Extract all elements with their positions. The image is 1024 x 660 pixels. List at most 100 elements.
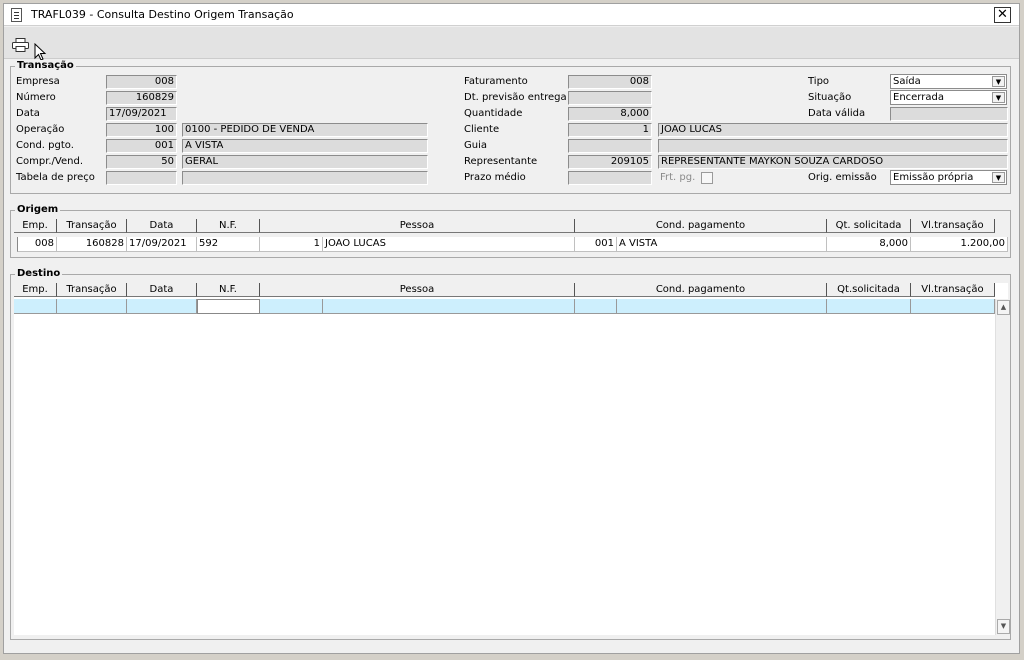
origem-col-cond[interactable]: Cond. pagamento [575,219,827,233]
representante-desc-field[interactable]: REPRESENTANTE MAYKON SOUZA CARDOSO [658,155,1008,169]
representante-label: Representante [464,156,538,167]
destino-col-cond[interactable]: Cond. pagamento [575,283,827,297]
operacao-label: Operação [16,124,65,135]
cliente-code-field[interactable]: 1 [568,123,652,137]
toolbar [4,27,1019,61]
origem-cell-emp[interactable]: 008 [17,237,57,252]
destino-cell-vl[interactable] [911,299,995,314]
guia-label: Guia [464,140,487,151]
tipo-value: Saída [893,76,921,87]
compr-vend-desc-field[interactable]: GERAL [182,155,428,169]
destino-col-vl[interactable]: Vl.transação [911,283,995,297]
origem-col-data[interactable]: Data [127,219,197,233]
destino-cell-transacao[interactable] [57,299,127,314]
guia-desc-field[interactable] [658,139,1008,153]
document-icon [11,8,22,22]
origem-cell-cond-code[interactable]: 001 [575,237,617,252]
destino-title: Destino [15,268,63,279]
origem-title: Origem [15,204,61,215]
cond-pgto-code-field[interactable]: 001 [106,139,177,153]
empresa-field[interactable]: 008 [106,75,177,89]
tabela-preco-label: Tabela de preço [16,172,95,183]
dt-previsao-field[interactable] [568,91,652,105]
orig-emissao-value: Emissão própria [893,172,974,183]
origem-col-emp[interactable]: Emp. [14,219,57,233]
representante-code-field[interactable]: 209105 [568,155,652,169]
destino-cell-pessoa[interactable] [323,299,575,314]
origem-col-transacao[interactable]: Transação [57,219,127,233]
destino-col-data[interactable]: Data [127,283,197,297]
title-bar: TRAFL039 - Consulta Destino Origem Trans… [4,4,1019,26]
destino-col-emp[interactable]: Emp. [14,283,57,297]
printer-icon[interactable] [12,38,29,52]
origem-cell-transacao[interactable]: 160828 [57,237,127,252]
frt-pg-label: Frt. pg. [660,172,696,183]
faturamento-field[interactable]: 008 [568,75,652,89]
chevron-down-icon[interactable]: ▼ [992,172,1005,183]
compr-vend-label: Compr./Vend. [16,156,84,167]
destino-col-pessoa[interactable]: Pessoa [260,283,575,297]
scroll-down-icon[interactable]: ▼ [997,619,1010,634]
destino-col-qt[interactable]: Qt.solicitada [827,283,911,297]
origem-cell-qt[interactable]: 8,000 [827,237,911,252]
dt-previsao-label: Dt. previsão entrega [464,92,567,103]
chevron-down-icon[interactable]: ▼ [992,76,1005,87]
chevron-down-icon[interactable]: ▼ [992,92,1005,103]
cliente-desc-field[interactable]: JOAO LUCAS [658,123,1008,137]
origem-col-qt[interactable]: Qt. solicitada [827,219,911,233]
prazo-medio-label: Prazo médio [464,172,526,183]
guia-code-field[interactable] [568,139,652,153]
destino-cell-emp[interactable] [14,299,57,314]
data-field[interactable]: 17/09/2021 [106,107,177,121]
scroll-up-icon[interactable]: ▲ [997,300,1010,315]
orig-emissao-label: Orig. emissão [808,172,877,183]
operacao-desc-field[interactable]: 0100 - PEDIDO DE VENDA [182,123,428,137]
destino-cell-cond[interactable] [617,299,827,314]
faturamento-label: Faturamento [464,76,528,87]
tabela-preco-code-field[interactable] [106,171,177,185]
destino-col-nf[interactable]: N.F. [197,283,260,297]
transacao-title: Transação [15,60,76,71]
operacao-code-field[interactable]: 100 [106,123,177,137]
compr-vend-code-field[interactable]: 50 [106,155,177,169]
quantidade-label: Quantidade [464,108,523,119]
destino-cell-cond-code[interactable] [575,299,617,314]
origem-col-vl[interactable]: Vl.transação [911,219,995,233]
empresa-label: Empresa [16,76,60,87]
prazo-medio-field[interactable] [568,171,652,185]
cliente-label: Cliente [464,124,500,135]
origem-cell-pessoa[interactable]: JOAO LUCAS [323,237,575,252]
destino-cell-qt[interactable] [827,299,911,314]
origem-cell-data[interactable]: 17/09/2021 [127,237,197,252]
frt-pg-checkbox[interactable] [701,172,713,184]
window-title: TRAFL039 - Consulta Destino Origem Trans… [31,8,294,21]
numero-label: Número [16,92,56,103]
origem-cell-pessoa-code[interactable]: 1 [260,237,323,252]
destino-cell-nf[interactable] [197,299,260,314]
cond-pgto-desc-field[interactable]: A VISTA [182,139,428,153]
destino-cell-pessoa-code[interactable] [260,299,323,314]
origem-cell-cond[interactable]: A VISTA [617,237,827,252]
destino-scrollbar[interactable]: ▲ ▼ [995,299,1010,635]
quantidade-field[interactable]: 8,000 [568,107,652,121]
destino-col-transacao[interactable]: Transação [57,283,127,297]
origem-grid: Emp. Transação Data N.F. Pessoa Cond. pa… [14,219,1008,252]
origem-col-nf[interactable]: N.F. [197,219,260,233]
origem-cell-vl[interactable]: 1.200,00 [911,237,1008,252]
cond-pgto-label: Cond. pgto. [16,140,74,151]
tabela-preco-desc-field[interactable] [182,171,428,185]
close-button[interactable]: ✕ [994,7,1011,23]
origem-cell-nf[interactable]: 592 [197,237,260,252]
orig-emissao-select[interactable]: Emissão própria ▼ [890,170,1007,185]
destino-grid: Emp. Transação Data N.F. Pessoa Cond. pa… [14,283,1010,635]
situacao-select[interactable]: Encerrada ▼ [890,90,1007,105]
situacao-label: Situação [808,92,852,103]
data-valida-field[interactable] [890,107,1008,121]
destino-cell-data[interactable] [127,299,197,314]
data-label: Data [16,108,40,119]
tipo-select[interactable]: Saída ▼ [890,74,1007,89]
numero-field[interactable]: 160829 [106,91,177,105]
main-window: TRAFL039 - Consulta Destino Origem Trans… [3,3,1020,654]
origem-col-pessoa[interactable]: Pessoa [260,219,575,233]
tipo-label: Tipo [808,76,830,87]
